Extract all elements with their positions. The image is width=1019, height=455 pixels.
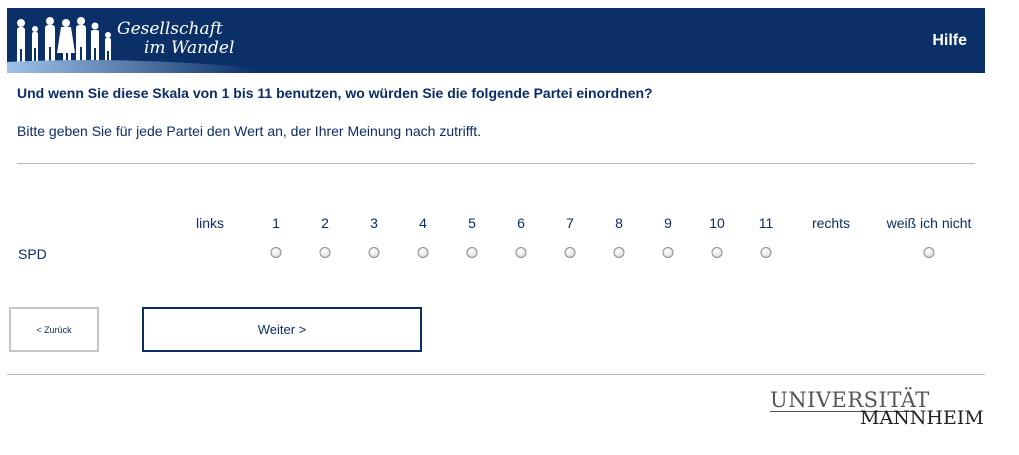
radio-spd-2[interactable] xyxy=(319,247,331,258)
site-logo-text: Gesellschaft im Wandel xyxy=(117,20,234,58)
row-label-spd: SPD xyxy=(18,246,47,262)
scale-value-6: 6 xyxy=(517,215,525,231)
logo-swoosh-icon xyxy=(7,60,257,73)
back-button[interactable]: < Zurück xyxy=(9,307,99,352)
scale-left-label: links xyxy=(195,215,225,231)
radio-spd-dont-know[interactable] xyxy=(923,247,935,258)
question-text: Und wenn Sie diese Skala von 1 bis 11 be… xyxy=(17,85,653,101)
radio-spd-3[interactable] xyxy=(368,247,380,258)
university-logo-line2: MANNHEIM xyxy=(860,407,984,429)
scale-value-8: 8 xyxy=(615,215,623,231)
radio-spd-1[interactable] xyxy=(270,247,282,258)
radio-spd-7[interactable] xyxy=(564,247,576,258)
scale-value-3: 3 xyxy=(370,215,378,231)
radio-spd-9[interactable] xyxy=(662,247,674,258)
university-logo: UNIVERSITÄT MANNHEIM xyxy=(770,388,984,430)
radio-spd-8[interactable] xyxy=(613,247,625,258)
scale-value-7: 7 xyxy=(566,215,574,231)
scale-right-label: rechts xyxy=(811,215,851,231)
scale-value-1: 1 xyxy=(272,215,280,231)
radio-spd-5[interactable] xyxy=(466,247,478,258)
logo-line2: im Wandel xyxy=(144,38,235,58)
divider xyxy=(17,163,975,164)
scale-value-10: 10 xyxy=(709,215,725,231)
instruction-text: Bitte geben Sie für jede Partei den Wert… xyxy=(17,123,482,139)
radio-spd-6[interactable] xyxy=(515,247,527,258)
scale-value-11: 11 xyxy=(758,215,774,231)
radio-spd-10[interactable] xyxy=(711,247,723,258)
scale-dont-know-label: weiß ich nicht xyxy=(886,215,972,231)
scale-value-9: 9 xyxy=(664,215,672,231)
radio-spd-11[interactable] xyxy=(760,247,772,258)
logo-line1: Gesellschaft xyxy=(117,19,223,39)
radio-spd-4[interactable] xyxy=(417,247,429,258)
scale-value-5: 5 xyxy=(468,215,476,231)
next-button[interactable]: Weiter > xyxy=(142,307,422,352)
scale-value-2: 2 xyxy=(321,215,329,231)
scale-value-4: 4 xyxy=(419,215,427,231)
footer-divider xyxy=(7,374,985,375)
help-link[interactable]: Hilfe xyxy=(932,32,967,50)
header-bar: Gesellschaft im Wandel Hilfe xyxy=(7,8,985,73)
